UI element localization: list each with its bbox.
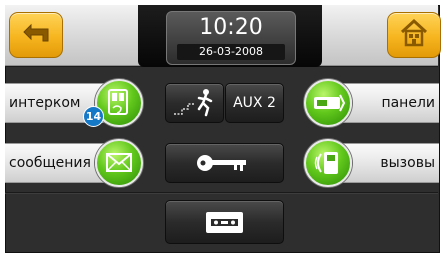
aux-2-label: AUX 2 [233,95,276,111]
clock-time: 10:20 [199,15,263,40]
messages-label: сообщения [9,155,91,171]
home-button[interactable] [387,12,441,58]
messages-icon-button[interactable] [95,139,143,187]
envelope-icon [106,153,132,172]
calls-icon-button[interactable] [304,139,352,187]
cassette-icon [206,212,243,233]
calls-label: вызовы [380,155,435,171]
panels-label: панели [381,95,435,111]
phone-call-icon [314,152,338,174]
home-icon [398,18,430,52]
clock-panel: 10:20 26-03-2008 [138,5,322,67]
screen: 10:20 26-03-2008 интерком 14 сообщения п… [0,0,443,253]
row-divider [5,193,438,194]
key-icon [197,155,246,171]
key-button[interactable] [165,143,284,183]
clock-date: 26-03-2008 [177,44,285,60]
door-panel-icon [314,94,346,112]
unread-count-badge: 14 [83,106,104,127]
panels-icon-button[interactable] [304,79,352,127]
stairs-light-icon [174,89,213,117]
clock-display: 10:20 26-03-2008 [166,11,296,65]
back-button[interactable] [9,12,63,58]
back-arrow-icon [21,21,51,49]
stairs-light-button[interactable] [165,83,224,123]
aux-2-button[interactable]: AUX 2 [225,83,284,123]
cassette-button[interactable] [165,200,284,244]
intercom-label: интерком [9,95,81,111]
